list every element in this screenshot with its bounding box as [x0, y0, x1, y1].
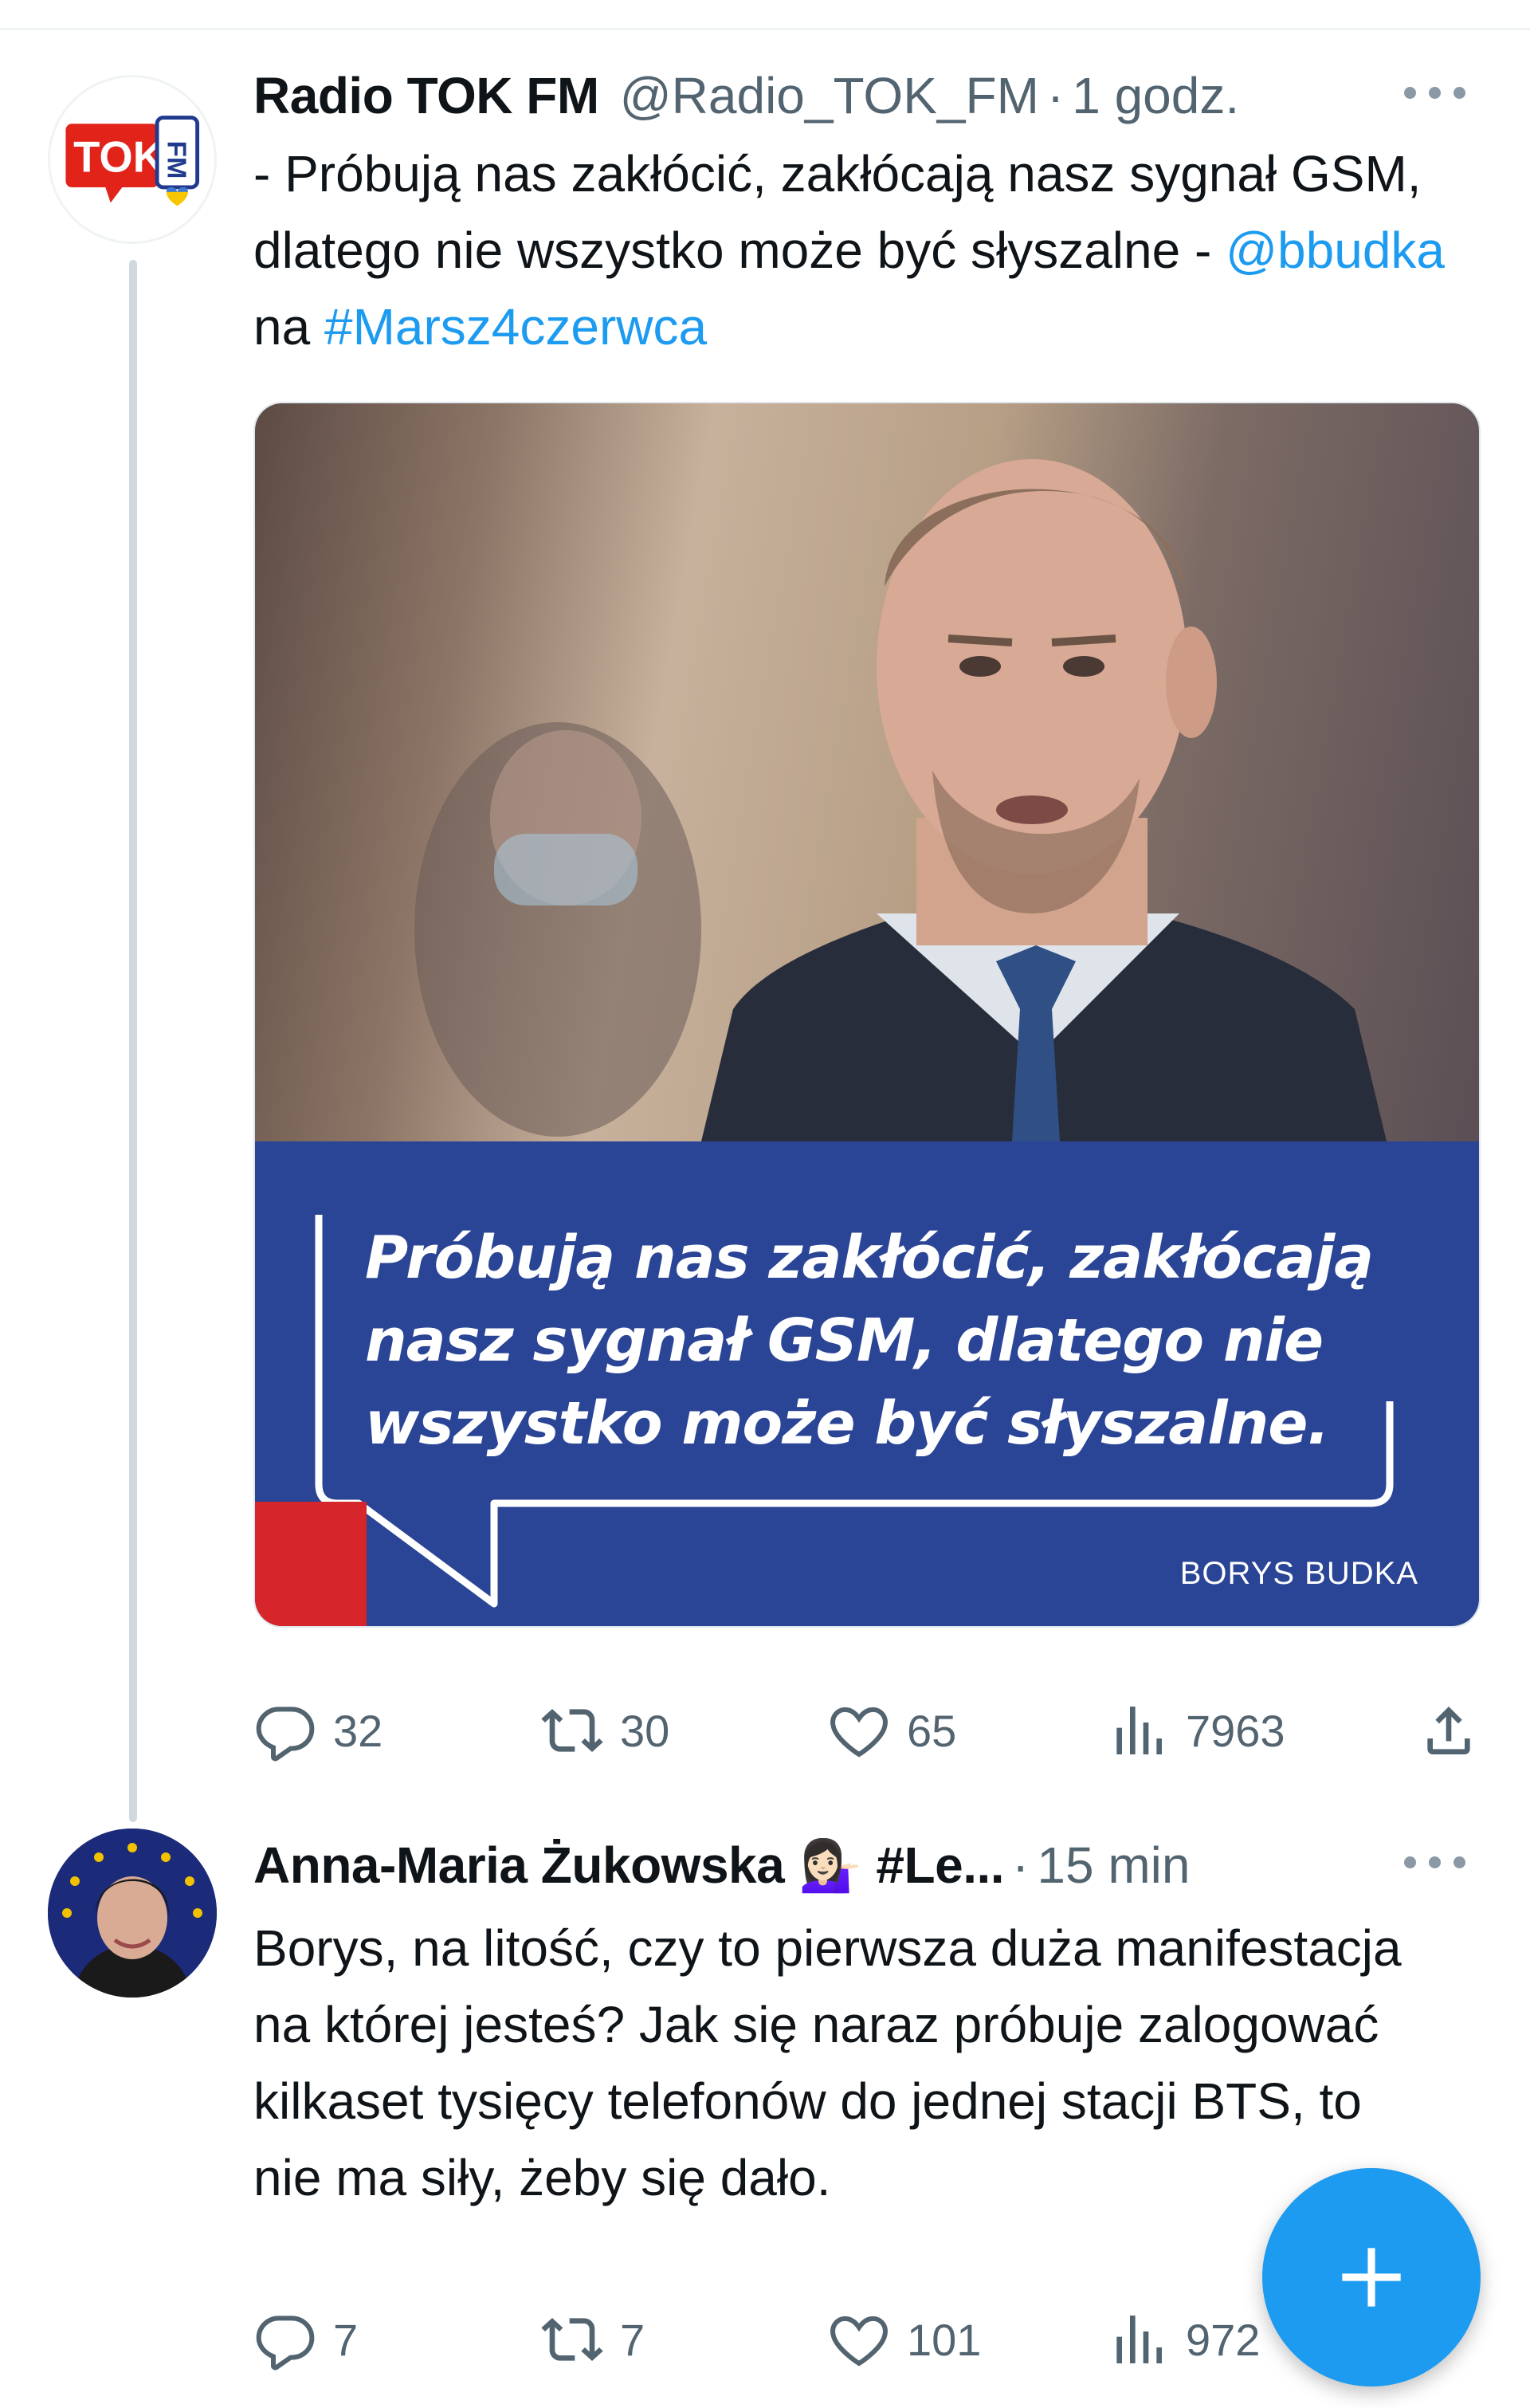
share-icon	[1427, 1707, 1470, 1754]
tweet-text: - Próbują nas zakłócić, zakłócają nasz s…	[253, 136, 1497, 365]
reply-button[interactable]: 7	[253, 2304, 358, 2375]
retweet-icon	[541, 1709, 603, 1752]
views-button[interactable]: 972	[1106, 2304, 1260, 2375]
views-button[interactable]: 7963	[1106, 1695, 1285, 1766]
tweet-text: Borys, na litość, czy to pierwsza duża m…	[253, 1919, 1402, 2206]
text-part: na	[253, 298, 324, 356]
photo-background	[255, 403, 1479, 1141]
share-button[interactable]	[1417, 1695, 1481, 1766]
like-button[interactable]: 65	[827, 1695, 956, 1766]
name-suffix[interactable]: #Le...	[876, 1836, 1004, 1895]
avatar-anna-maria[interactable]	[48, 1829, 217, 1998]
compose-button[interactable]	[1262, 2168, 1481, 2386]
reply-icon	[256, 1707, 315, 1762]
author-name[interactable]: Anna-Maria Żukowska	[253, 1836, 785, 1895]
retweet-icon	[541, 2318, 603, 2361]
tweet-header: Radio TOK FM @Radio_TOK_FM · 1 godz.	[253, 64, 1239, 128]
person-photo	[414, 459, 1387, 1141]
reply-count: 32	[333, 1705, 383, 1756]
retweet-count: 30	[620, 1705, 670, 1756]
reply-count: 7	[333, 2314, 359, 2365]
tokfm-logo: TOK FM	[65, 116, 200, 206]
author-name[interactable]: Radio TOK FM	[253, 66, 599, 125]
emoji: 💁🏻‍♀️	[798, 1836, 862, 1894]
views-icon	[1116, 1707, 1162, 1754]
avatar-radio-tokfm[interactable]: TOK FM	[48, 75, 217, 244]
tweet-actions: 32 30 65 7963	[253, 1695, 1497, 1766]
view-count: 972	[1186, 2314, 1261, 2365]
timestamp[interactable]: 15 min	[1037, 1836, 1190, 1895]
like-icon	[830, 2316, 888, 2367]
top-divider	[0, 28, 1530, 30]
quote-text: Próbują nas zakłócić, zakłócają nasz syg…	[365, 1224, 1374, 1458]
accent-block	[255, 1502, 367, 1626]
compose-plus-icon	[1342, 2248, 1401, 2307]
timestamp[interactable]: 1 godz.	[1072, 66, 1239, 125]
reply-icon	[256, 2316, 315, 2371]
quote-author: BORYS BUDKA	[1179, 1556, 1418, 1591]
thread-line	[129, 260, 137, 1822]
like-icon	[830, 1707, 888, 1758]
hashtag-link[interactable]: #Marsz4czerwca	[324, 298, 707, 356]
separator: ·	[1012, 1836, 1030, 1894]
like-button[interactable]: 101	[827, 2304, 981, 2375]
mention-link[interactable]: @bbudka	[1226, 222, 1445, 279]
svg-text:TOK: TOK	[73, 133, 164, 182]
more-icon[interactable]	[1395, 77, 1474, 108]
quote-panel: Próbują nas zakłócić, zakłócają nasz syg…	[255, 1141, 1479, 1626]
tweet-image[interactable]: Próbują nas zakłócić, zakłócają nasz syg…	[253, 402, 1481, 1628]
view-count: 7963	[1186, 1705, 1285, 1756]
tweet-radio-tokfm[interactable]: TOK FM Radio TOK FM @Radio_TOK_FM · 1 go…	[0, 64, 1530, 1822]
author-handle[interactable]: @Radio_TOK_FM	[620, 66, 1039, 125]
reply-button[interactable]: 32	[253, 1695, 382, 1766]
tweet-header: Anna-Maria Żukowska 💁🏻‍♀️ #Le... · 15 mi…	[253, 1833, 1190, 1897]
retweet-count: 7	[620, 2314, 645, 2365]
retweet-button[interactable]: 7	[540, 2304, 645, 2375]
views-icon	[1116, 2316, 1162, 2363]
svg-text:FM: FM	[163, 141, 192, 179]
avatar-image	[48, 1829, 217, 1998]
more-icon[interactable]	[1395, 1846, 1474, 1878]
retweet-button[interactable]: 30	[540, 1695, 669, 1766]
separator: ·	[1046, 67, 1065, 124]
like-count: 101	[907, 2314, 982, 2365]
like-count: 65	[907, 1705, 957, 1756]
